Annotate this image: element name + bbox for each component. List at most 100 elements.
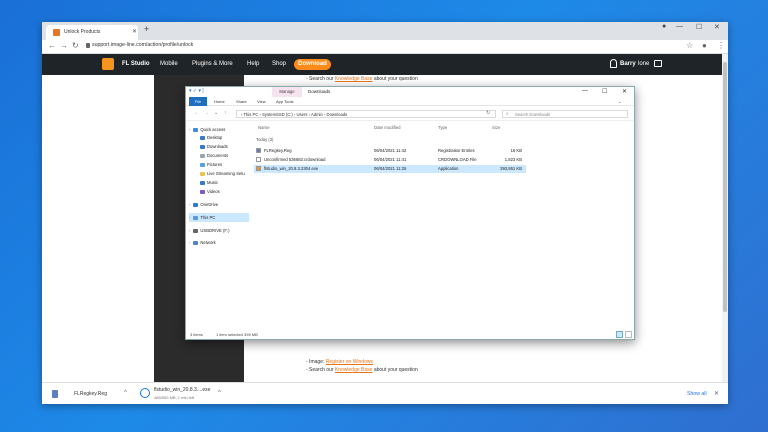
- nav-item-label: Quick access: [200, 127, 226, 132]
- user-last-name[interactable]: lone: [638, 61, 649, 67]
- file-size: 1,823 KB: [504, 157, 522, 162]
- tab-close-icon[interactable]: ✕: [132, 28, 137, 35]
- file-icon: [256, 157, 261, 162]
- nav-mobile[interactable]: Mobile: [160, 61, 178, 67]
- tab-unlock-products[interactable]: Unlock Products ✕: [46, 25, 138, 40]
- details-view-icon[interactable]: [616, 331, 623, 338]
- file-row[interactable]: flstudio_win_20.8.3.2304.exe 06/04/2021 1…: [254, 165, 526, 173]
- nav-item[interactable]: › USBDRIVE (F:): [189, 226, 249, 235]
- address-bar-row: ← → ↻ support.image-line.com/action/prof…: [42, 40, 728, 54]
- explorer-maximize-icon[interactable]: ☐: [602, 88, 607, 95]
- page-scrollbar-thumb[interactable]: [723, 62, 727, 312]
- file-date: 06/04/2021 11:41: [374, 157, 407, 162]
- up-arrow-icon[interactable]: ↑: [224, 110, 227, 116]
- chevron-up-icon-2[interactable]: ^: [218, 390, 221, 396]
- folder-icon: [200, 189, 205, 194]
- nav-item-label: Pictures: [207, 162, 223, 167]
- folder-icon: [193, 240, 199, 245]
- url-field[interactable]: support.image-line.com/action/profile/un…: [92, 42, 193, 48]
- record-icon: ●: [662, 23, 667, 30]
- explorer-close-icon[interactable]: ✕: [622, 88, 627, 95]
- knowledge-base-link-2[interactable]: Knowledge Base: [335, 367, 373, 373]
- new-tab-icon[interactable]: +: [144, 24, 149, 34]
- ribbon-tab-share[interactable]: Share: [236, 99, 247, 104]
- file-name: flstudio_win_20.8.3.2304.exe: [264, 166, 319, 171]
- reg-file-icon: [52, 390, 58, 398]
- forward-icon[interactable]: →: [60, 41, 68, 50]
- expand-chevron-icon[interactable]: ›: [189, 202, 190, 207]
- expand-chevron-icon[interactable]: ›: [189, 127, 190, 132]
- recent-dropdown-icon[interactable]: ⌄: [214, 110, 218, 116]
- folder-icon: [200, 144, 205, 149]
- close-downloads-icon[interactable]: ✕: [714, 390, 719, 397]
- download-item-regkey[interactable]: FLRegkey.Reg: [74, 391, 107, 397]
- back-arrow-icon[interactable]: ←: [194, 110, 199, 116]
- file-row[interactable]: FLRegkey.Reg 06/04/2021 11:42 Registration…: [254, 147, 526, 155]
- forward-arrow-icon[interactable]: →: [204, 110, 209, 116]
- column-name[interactable]: Name: [258, 125, 269, 130]
- user-first-name[interactable]: Barry: [620, 61, 636, 67]
- search-icon: ⌕: [506, 111, 509, 116]
- column-date-modified[interactable]: Date modified: [374, 125, 401, 130]
- help-line-top: - Search our Knowledge Base about your q…: [306, 76, 418, 82]
- ribbon-tab-file[interactable]: File: [189, 97, 207, 106]
- ribbon-tab-home[interactable]: Home: [214, 99, 225, 104]
- show-all-link[interactable]: Show all: [687, 391, 707, 397]
- nav-item[interactable]: Desktop: [200, 133, 260, 142]
- file-size: 16 KB: [510, 148, 522, 153]
- file-icon: [256, 148, 261, 153]
- expand-chevron-icon[interactable]: ›: [189, 228, 190, 233]
- ribbon-tab-app-tools[interactable]: App Tools: [276, 99, 294, 104]
- expand-chevron-icon[interactable]: ›: [189, 240, 190, 245]
- refresh-icon[interactable]: ↻: [486, 110, 490, 116]
- explorer-titlebar: ▾ ✓ ▾ | Manage Downloads — ☐ ✕: [186, 87, 634, 97]
- chevron-up-icon[interactable]: ^: [124, 390, 127, 396]
- maximize-icon[interactable]: ☐: [696, 23, 702, 31]
- nav-help[interactable]: Help: [247, 61, 259, 67]
- profile-icon[interactable]: ●: [702, 41, 707, 50]
- quick-access-toolbar-icon[interactable]: ▾ ✓ ▾ |: [189, 88, 204, 94]
- user-icon[interactable]: [610, 59, 617, 68]
- nav-item[interactable]: Downloads: [200, 142, 260, 151]
- minimize-icon[interactable]: —: [676, 23, 683, 30]
- image-line: - Image: Register on Windows: [306, 359, 373, 365]
- nav-item[interactable]: Videos: [200, 187, 260, 196]
- ribbon-expand-icon[interactable]: ⌄: [618, 99, 621, 104]
- knowledge-base-link[interactable]: Knowledge Base: [335, 76, 373, 82]
- close-window-icon[interactable]: ✕: [714, 23, 720, 31]
- nav-item[interactable]: › Network: [189, 238, 249, 247]
- nav-item[interactable]: Pictures: [200, 160, 260, 169]
- fl-studio-logo-icon[interactable]: [102, 58, 114, 70]
- manage-tab[interactable]: Manage: [272, 87, 302, 97]
- register-windows-link[interactable]: Register on Windows: [326, 359, 373, 365]
- file-row[interactable]: Unconfirmed 536683.crdownload 06/04/2021 …: [254, 156, 526, 164]
- explorer-path-row: ← → ⌄ ↑ › This PC › SystemSSD (C:) › Use…: [186, 107, 634, 121]
- nav-item[interactable]: Music: [200, 178, 260, 187]
- nav-item[interactable]: Live Streaming Setu: [200, 169, 260, 178]
- navigation-pane: › Quick access Desktop Downloads Documents Pi…: [186, 123, 250, 329]
- nav-item[interactable]: › This PC: [189, 213, 249, 222]
- column-size[interactable]: Size: [492, 125, 500, 130]
- nav-fl-studio[interactable]: FL Studio: [122, 61, 150, 67]
- search-downloads-input[interactable]: Search Downloads: [502, 110, 628, 118]
- expand-chevron-icon[interactable]: ›: [189, 215, 190, 220]
- tiles-view-icon[interactable]: [625, 331, 632, 338]
- favicon-icon: [53, 29, 60, 36]
- explorer-minimize-icon[interactable]: —: [582, 88, 588, 94]
- reload-icon[interactable]: ↻: [72, 41, 79, 50]
- column-type[interactable]: Type: [438, 125, 447, 130]
- menu-dots-icon[interactable]: ⋮: [717, 41, 725, 50]
- cart-icon[interactable]: [654, 60, 662, 67]
- nav-plugins[interactable]: Plugins & More: [192, 61, 233, 67]
- back-icon[interactable]: ←: [48, 41, 56, 50]
- nav-item-label: Downloads: [207, 144, 228, 149]
- download-button[interactable]: Download: [294, 59, 331, 70]
- group-header-today[interactable]: Today (3): [256, 137, 273, 142]
- ribbon-tab-view[interactable]: View: [257, 99, 266, 104]
- bookmark-star-icon[interactable]: ☆: [686, 41, 693, 50]
- path-field[interactable]: › This PC › SystemSSD (C:) › Users › Adm…: [236, 110, 496, 118]
- nav-shop[interactable]: Shop: [272, 61, 286, 67]
- download-item-flstudio[interactable]: flstudio_win_20.8.3....exe: [154, 387, 210, 393]
- nav-item[interactable]: › OneDrive: [189, 200, 249, 209]
- nav-item[interactable]: Documents: [200, 151, 260, 160]
